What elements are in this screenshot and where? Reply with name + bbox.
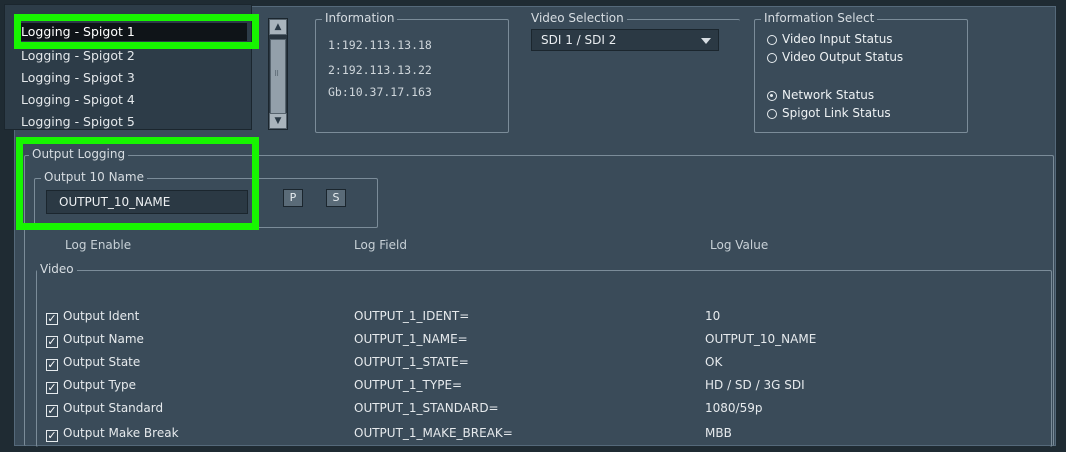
row-value: MBB [705, 426, 732, 440]
checkbox-checked-icon[interactable]: ✓ [46, 336, 58, 348]
table-row[interactable]: ✓ Output Make Break [46, 424, 179, 442]
information-legend: Information [322, 11, 398, 25]
row-field: OUTPUT_1_MAKE_BREAK= [354, 426, 513, 440]
row-value: 1080/59p [705, 401, 763, 415]
row-enable-label: Output Name [63, 332, 144, 346]
grip-icon: ⠿ [274, 70, 280, 78]
output-name-legend: Output 10 Name [41, 170, 147, 184]
radio-label: Spigot Link Status [782, 106, 891, 120]
row-enable-label: Output Make Break [63, 426, 179, 440]
table-row[interactable]: ✓ Output Ident [46, 307, 139, 325]
information-group: Information 1:192.113.13.18 2:192.113.13… [315, 11, 509, 133]
row-enable-label: Output Ident [63, 309, 140, 323]
output-logging-legend: Output Logging [29, 147, 129, 161]
row-enable-label: Output State [63, 355, 141, 369]
output-name-input[interactable]: OUTPUT_10_NAME [46, 190, 248, 214]
scroll-thumb[interactable]: ⠿ [270, 39, 286, 115]
output-name-value: OUTPUT_10_NAME [59, 195, 171, 209]
row-field: OUTPUT_1_STANDARD= [354, 401, 499, 415]
spigot-item-4[interactable]: Logging - Spigot 4 [21, 92, 135, 107]
radio-label: Video Input Status [782, 32, 893, 46]
row-field: OUTPUT_1_TYPE= [354, 378, 463, 392]
video-legend: Video [37, 262, 77, 276]
scroll-down-icon[interactable]: ▼ [269, 113, 287, 129]
radio-label: Network Status [782, 88, 875, 102]
video-selection-dropdown[interactable]: SDI 1 / SDI 2 [531, 29, 719, 51]
checkbox-checked-icon[interactable]: ✓ [46, 405, 58, 417]
radio-icon [767, 35, 777, 45]
checkbox-checked-icon[interactable]: ✓ [46, 430, 58, 442]
video-selection-legend: Video Selection [528, 11, 627, 25]
information-select-legend: Information Select [761, 11, 878, 25]
row-value: HD / SD / 3G SDI [705, 378, 805, 392]
radio-network-status[interactable]: Network Status [767, 88, 874, 102]
checkbox-checked-icon[interactable]: ✓ [46, 382, 58, 394]
radio-video-output-status[interactable]: Video Output Status [767, 50, 903, 64]
table-row[interactable]: ✓ Output Name [46, 330, 144, 348]
information-line-2: 2:192.113.13.22 [328, 63, 432, 77]
radio-selected-icon [767, 91, 777, 101]
chevron-down-icon [701, 38, 711, 44]
radio-icon [767, 53, 777, 63]
radio-video-input-status[interactable]: Video Input Status [767, 32, 893, 46]
row-value: 10 [705, 309, 721, 323]
row-field: OUTPUT_1_NAME= [354, 332, 468, 346]
spigot-item-3[interactable]: Logging - Spigot 3 [21, 70, 135, 85]
row-value: OK [705, 355, 723, 369]
table-row[interactable]: ✓ Output Standard [46, 399, 163, 417]
radio-label: Video Output Status [782, 50, 904, 64]
row-value: OUTPUT_10_NAME [705, 332, 817, 346]
checkbox-checked-icon[interactable]: ✓ [46, 359, 58, 371]
row-enable-label: Output Standard [63, 401, 164, 415]
spigot-scrollbar[interactable]: ▲ ⠿ ▼ [268, 18, 288, 130]
header-log-value: Log Value [710, 238, 769, 252]
table-row[interactable]: ✓ Output Type [46, 376, 136, 394]
information-line-1: 1:192.113.13.18 [328, 38, 432, 52]
radio-icon [767, 109, 777, 119]
information-line-3: Gb:10.37.17.163 [328, 85, 432, 99]
spigot-item-5[interactable]: Logging - Spigot 5 [21, 114, 135, 129]
row-field: OUTPUT_1_IDENT= [354, 309, 470, 323]
video-selection-value: SDI 1 / SDI 2 [541, 33, 617, 47]
checkbox-checked-icon[interactable]: ✓ [46, 313, 58, 325]
header-log-enable: Log Enable [65, 238, 132, 252]
row-enable-label: Output Type [63, 378, 137, 392]
s-button[interactable]: S [326, 189, 346, 207]
row-field: OUTPUT_1_STATE= [354, 355, 469, 369]
table-row[interactable]: ✓ Output State [46, 353, 140, 371]
spigot-item-2[interactable]: Logging - Spigot 2 [21, 48, 135, 63]
spigot-list[interactable]: Logging - Spigot 1 Logging - Spigot 2 Lo… [4, 4, 252, 130]
spigot-item-1[interactable]: Logging - Spigot 1 [17, 23, 247, 41]
video-group: Video [36, 262, 1052, 447]
radio-spigot-link-status[interactable]: Spigot Link Status [767, 106, 891, 120]
scroll-up-icon[interactable]: ▲ [269, 19, 287, 35]
header-log-field: Log Field [354, 238, 407, 252]
p-button[interactable]: P [283, 189, 303, 207]
